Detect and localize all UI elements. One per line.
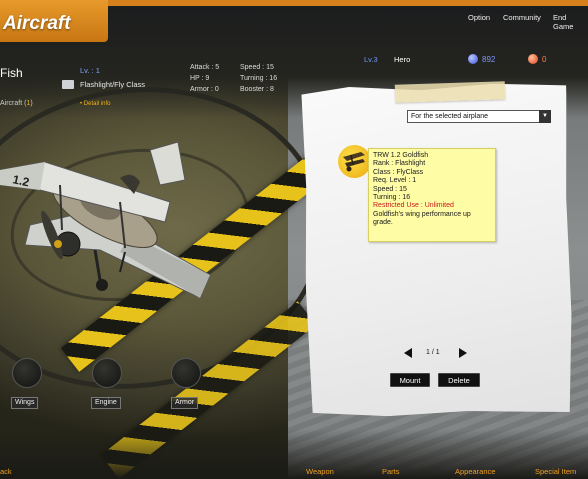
armor-slot-label: Armor (171, 397, 199, 409)
engine-slot-label: Engine (91, 397, 121, 409)
item-rank: Rank : Flashlight (373, 160, 426, 168)
special-item-nav[interactable]: Special Item (535, 467, 576, 476)
stat-armor: Armor : 0 (190, 86, 219, 93)
stat-turning: Turning : 16 (240, 75, 278, 82)
back-nav[interactable]: ack (0, 467, 12, 476)
stat-hp: HP : 9 (190, 75, 210, 82)
chevron-down-icon[interactable]: ▼ (539, 110, 551, 123)
biplane-model[interactable]: 1.2 (0, 140, 225, 310)
tape-decoration (394, 81, 506, 103)
aircraft-count: Aircraft (1) (0, 100, 33, 107)
filter-selected-value: For the selected airplane (411, 113, 489, 120)
appearance-nav[interactable]: Appearance (455, 467, 495, 476)
community-menu[interactable]: Community (503, 13, 541, 22)
prev-page-arrow-icon[interactable] (404, 348, 412, 358)
part-item-icon[interactable] (338, 145, 371, 178)
wings-slot-label: Wings (11, 397, 39, 409)
airplane-filter-dropdown[interactable]: For the selected airplane ▼ (407, 110, 551, 123)
aircraft-count-label: Aircraft ( (0, 100, 27, 107)
blue-currency-value: 892 (482, 55, 496, 64)
aircraft-name: Fish (0, 66, 23, 80)
weapon-nav[interactable]: Weapon (306, 467, 334, 476)
blue-coin-icon (468, 54, 478, 64)
next-page-arrow-icon[interactable] (459, 348, 467, 358)
detail-info-link[interactable]: • Detail info (80, 101, 110, 107)
aircraft-count-suffix: ) (30, 100, 33, 107)
item-class: Class : FlyClass (373, 168, 424, 176)
item-speed: Speed : 15 (373, 185, 407, 193)
armor-slot[interactable] (171, 358, 201, 388)
aircraft-class: Flashlight/Fly Class (80, 80, 146, 89)
stat-speed: Speed : 15 (240, 64, 274, 71)
wing-part-icon (343, 152, 365, 172)
stat-booster: Booster : 8 (240, 86, 274, 93)
player-level: Lv.3 (364, 55, 378, 64)
item-restriction: Restricted Use : Unlimited (373, 202, 454, 210)
item-turning: Turning : 16 (373, 194, 411, 202)
item-req-level: Req. Level : 1 (373, 177, 417, 185)
wings-slot[interactable] (12, 358, 42, 388)
red-currency-value: 0 (542, 55, 547, 64)
aircraft-level: Lv. : 1 (80, 66, 100, 75)
parts-nav[interactable]: Parts (382, 467, 400, 476)
page-indicator: 1 / 1 (426, 349, 440, 356)
stat-attack: Attack : 5 (190, 64, 220, 71)
engine-slot[interactable] (92, 358, 122, 388)
delete-button[interactable]: Delete (438, 373, 480, 387)
bottom-shadow (0, 429, 588, 479)
top-accent-strip (108, 0, 588, 6)
end-game-menu[interactable]: End Game (553, 13, 588, 31)
parts-panel (301, 82, 573, 418)
screen-title-tab: Aircraft (0, 0, 108, 42)
screen-title: Aircraft (3, 13, 71, 34)
mount-button[interactable]: Mount (390, 373, 430, 387)
class-icon (62, 80, 74, 89)
item-description: Goldfish's wing performance up grade. (373, 210, 471, 227)
item-tooltip: TRW 1.2 Goldfish Rank : Flashlight Class… (368, 148, 496, 242)
red-coin-icon (528, 54, 538, 64)
option-menu[interactable]: Option (468, 13, 490, 22)
player-name: Hero (394, 55, 411, 64)
item-name: TRW 1.2 Goldfish (373, 152, 429, 159)
